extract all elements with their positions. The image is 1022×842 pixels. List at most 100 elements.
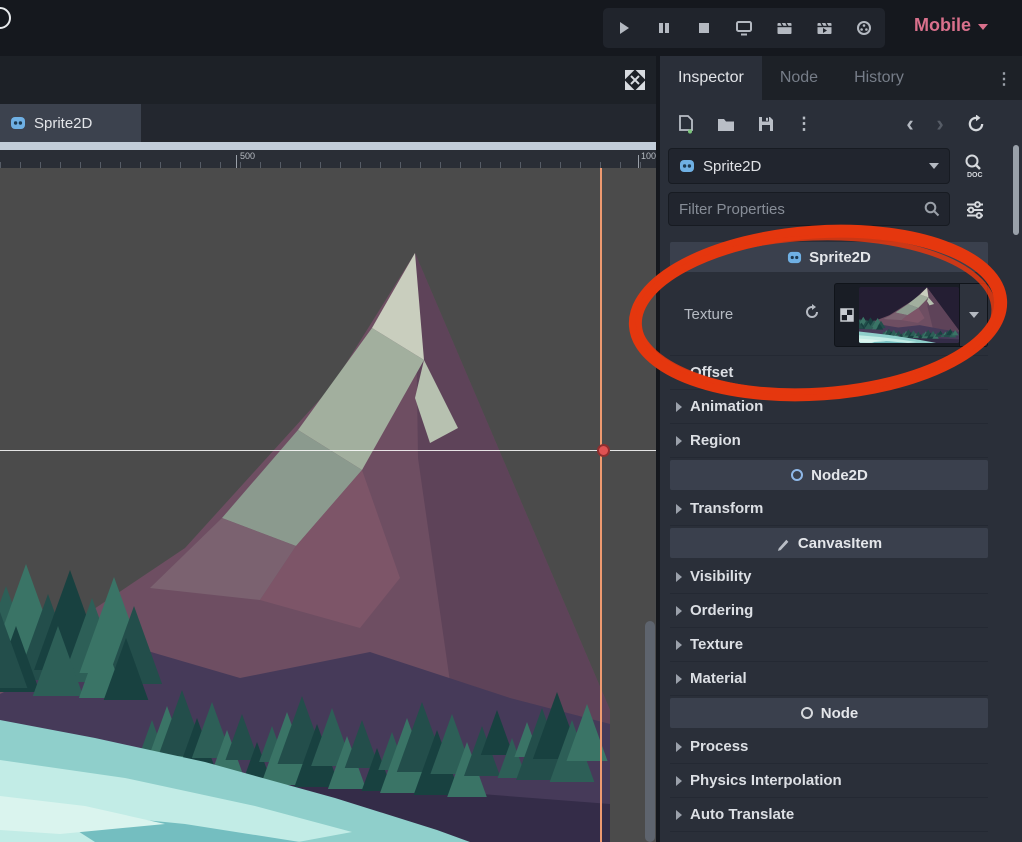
expander-arrow-icon <box>676 368 682 378</box>
history-icon <box>967 115 985 133</box>
texture-thumbnail <box>859 287 959 343</box>
movie-maker-button[interactable] <box>844 10 884 46</box>
property-group-process[interactable]: Process <box>670 730 988 764</box>
property-group-ordering[interactable]: Ordering <box>670 594 988 628</box>
expander-arrow-icon <box>676 402 682 412</box>
group-label: Auto Translate <box>690 806 794 823</box>
expander-arrow-icon <box>676 504 682 514</box>
history-forward-button[interactable]: › <box>926 110 954 138</box>
filter-properties-field[interactable] <box>668 192 950 226</box>
monitor-icon <box>735 20 753 36</box>
clapperboard-play-icon <box>816 20 833 36</box>
distraction-free-button[interactable] <box>624 69 646 91</box>
ruler-label: 500 <box>240 151 255 161</box>
expander-arrow-icon <box>676 606 682 616</box>
property-list: Sprite2D Texture <box>670 240 988 842</box>
save-icon <box>758 116 774 132</box>
category-sprite2d: Sprite2D <box>670 242 988 272</box>
inspector-dock: Inspector Node History ⋮ ⋮ ‹ <box>660 56 1022 842</box>
search-docs-button[interactable]: DOC <box>958 148 992 184</box>
expand-arrows-icon <box>624 69 646 91</box>
category-canvasitem: CanvasItem <box>670 528 988 558</box>
tab-node[interactable]: Node <box>762 56 836 100</box>
new-resource-icon <box>677 115 695 134</box>
resource-menu-button[interactable]: ⋮ <box>790 110 818 138</box>
scene-tab-bar: Sprite2D <box>0 104 656 142</box>
revert-icon <box>804 304 820 320</box>
expander-arrow-icon <box>676 436 682 446</box>
expander-arrow-icon <box>676 776 682 786</box>
property-group-auto-translate[interactable]: Auto Translate <box>670 798 988 832</box>
remote-debug-button[interactable] <box>724 10 764 46</box>
tab-label: Inspector <box>678 69 744 87</box>
property-group-animation[interactable]: Animation <box>670 390 988 424</box>
property-group-visibility[interactable]: Visibility <box>670 560 988 594</box>
run-target-label: Mobile <box>914 15 971 36</box>
property-group-material[interactable]: Material <box>670 662 988 696</box>
stop-button[interactable] <box>684 10 724 46</box>
sprite2d-icon <box>679 158 695 174</box>
expander-arrow-icon <box>676 810 682 820</box>
svg-text:DOC: DOC <box>967 172 983 179</box>
chevron-down-icon <box>969 312 979 318</box>
group-label: Ordering <box>690 602 753 619</box>
texture-options-button[interactable] <box>960 283 988 347</box>
property-group-texture[interactable]: Texture <box>670 628 988 662</box>
horizontal-ruler: 500 1000 <box>0 150 656 168</box>
revert-property-button[interactable] <box>804 304 820 325</box>
film-reel-icon <box>856 20 872 36</box>
play-button[interactable] <box>604 10 644 46</box>
viewport-canvas[interactable] <box>0 168 656 842</box>
history-back-button[interactable]: ‹ <box>896 110 924 138</box>
node-icon <box>800 706 814 720</box>
chevron-right-icon: › <box>936 113 943 135</box>
expander-arrow-icon <box>676 640 682 650</box>
property-group-offset[interactable]: Offset <box>670 356 988 390</box>
save-resource-button[interactable] <box>752 110 780 138</box>
clapperboard-icon <box>776 20 793 36</box>
scene-tab-sprite2d[interactable]: Sprite2D <box>0 104 141 142</box>
search-docs-icon: DOC <box>962 153 988 179</box>
sprite2d-icon <box>10 115 26 131</box>
editor-header-strip <box>0 56 656 104</box>
inspector-scrollbar[interactable] <box>1013 145 1019 235</box>
play-custom-scene-button[interactable] <box>804 10 844 46</box>
filter-properties-input[interactable] <box>669 201 924 218</box>
tab-label: History <box>854 69 904 87</box>
new-resource-button[interactable] <box>672 110 700 138</box>
group-label: Transform <box>690 500 763 517</box>
edit-history-button[interactable] <box>962 110 990 138</box>
playback-controls <box>603 8 885 48</box>
node-origin-handle[interactable] <box>597 444 610 457</box>
godot-editor: Mobile Sprite2D <box>0 0 1022 842</box>
texture-resource-button[interactable] <box>834 283 960 347</box>
tab-inspector[interactable]: Inspector <box>660 56 762 100</box>
property-group-transform[interactable]: Transform <box>670 492 988 526</box>
run-target-selector[interactable]: Mobile <box>914 15 988 36</box>
property-tools-button[interactable] <box>958 192 992 228</box>
category-label: Node <box>821 705 859 722</box>
texture-property-row: Texture <box>670 274 988 356</box>
expander-arrow-icon <box>676 742 682 752</box>
object-selector-dropdown[interactable]: Sprite2D <box>668 148 950 184</box>
scene-tab-label: Sprite2D <box>34 115 92 132</box>
expander-arrow-icon <box>676 572 682 582</box>
group-label: Process <box>690 738 748 755</box>
ruler-label: 1000 <box>641 151 656 161</box>
viewport-boundary-line <box>600 168 602 842</box>
load-resource-button[interactable] <box>712 110 740 138</box>
property-group-editor-description[interactable]: Editor Description <box>670 832 988 842</box>
viewport-vertical-scrollbar[interactable] <box>645 621 655 842</box>
pause-button[interactable] <box>644 10 684 46</box>
canvasitem-icon <box>776 536 791 551</box>
search-icon <box>924 201 940 217</box>
expander-arrow-icon <box>676 674 682 684</box>
stop-icon <box>696 20 712 36</box>
inspector-toolbar: ⋮ ‹ › <box>660 100 1022 148</box>
property-group-region[interactable]: Region <box>670 424 988 458</box>
node2d-icon <box>790 468 804 482</box>
dock-menu-button[interactable]: ⋮ <box>996 69 1012 89</box>
property-group-physics-interpolation[interactable]: Physics Interpolation <box>670 764 988 798</box>
tab-history[interactable]: History <box>836 56 922 100</box>
play-scene-button[interactable] <box>764 10 804 46</box>
